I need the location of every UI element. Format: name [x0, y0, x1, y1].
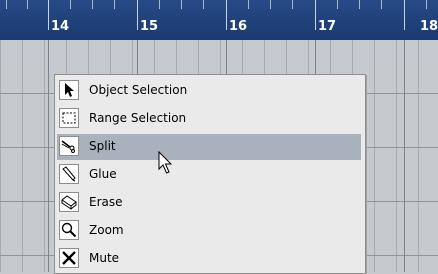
menu-item-object-selection[interactable]: Object Selection — [57, 78, 361, 104]
timeline-ruler[interactable]: 14 15 16 17 18 — [0, 0, 438, 42]
ruler-bar-number: 18 — [420, 19, 438, 34]
menu-item-label: Erase — [89, 195, 123, 209]
magnifier-icon — [59, 220, 79, 240]
ruler-tick-major — [315, 0, 316, 30]
menu-item-mute[interactable]: Mute — [57, 246, 361, 272]
menu-item-label: Split — [89, 139, 116, 153]
ruler-bar-number: 15 — [140, 19, 159, 34]
ruler-bar-number: 16 — [229, 19, 248, 34]
glue-icon — [59, 164, 79, 184]
ruler-tick — [426, 0, 427, 9]
ruler-tick — [92, 0, 93, 9]
menu-item-label: Zoom — [89, 223, 124, 237]
ruler-tick — [27, 0, 28, 9]
menu-item-range-selection[interactable]: Range Selection — [57, 106, 361, 132]
ruler-tick-major — [404, 0, 405, 30]
mute-x-icon — [59, 248, 79, 268]
menu-item-zoom[interactable]: Zoom — [57, 218, 361, 244]
menu-item-label: Glue — [89, 167, 117, 181]
menu-item-label: Mute — [89, 251, 120, 265]
ruler-tick — [292, 0, 293, 9]
ruler-bar-number: 14 — [51, 19, 70, 34]
mouse-pointer-icon — [158, 150, 176, 181]
scissors-icon — [59, 136, 79, 156]
ruler-tick — [270, 0, 271, 9]
ruler-tick — [381, 0, 382, 9]
menu-item-label: Range Selection — [89, 111, 187, 125]
ruler-tick — [6, 0, 7, 9]
ruler-tick-major — [48, 0, 49, 30]
ruler-tick-major — [226, 0, 227, 30]
menu-item-split[interactable]: Split — [57, 134, 361, 160]
range-select-icon — [59, 108, 79, 128]
ruler-tick — [337, 0, 338, 9]
toolbox-context-menu: Object Selection Range Selection Split G… — [54, 74, 366, 274]
ruler-tick — [203, 0, 204, 9]
ruler-tick-major — [137, 0, 138, 30]
eraser-icon — [59, 192, 79, 212]
ruler-tick — [359, 0, 360, 9]
ruler-tick — [181, 0, 182, 9]
bar-line — [48, 40, 49, 272]
arrow-icon — [59, 80, 79, 100]
menu-item-erase[interactable]: Erase — [57, 190, 361, 216]
menu-item-label: Object Selection — [89, 83, 188, 97]
ruler-tick — [114, 0, 115, 9]
ruler-tick — [159, 0, 160, 9]
ruler-tick — [248, 0, 249, 9]
ruler-bar-number: 17 — [318, 19, 337, 34]
ruler-tick — [70, 0, 71, 9]
menu-item-glue[interactable]: Glue — [57, 162, 361, 188]
bar-line — [404, 40, 405, 272]
